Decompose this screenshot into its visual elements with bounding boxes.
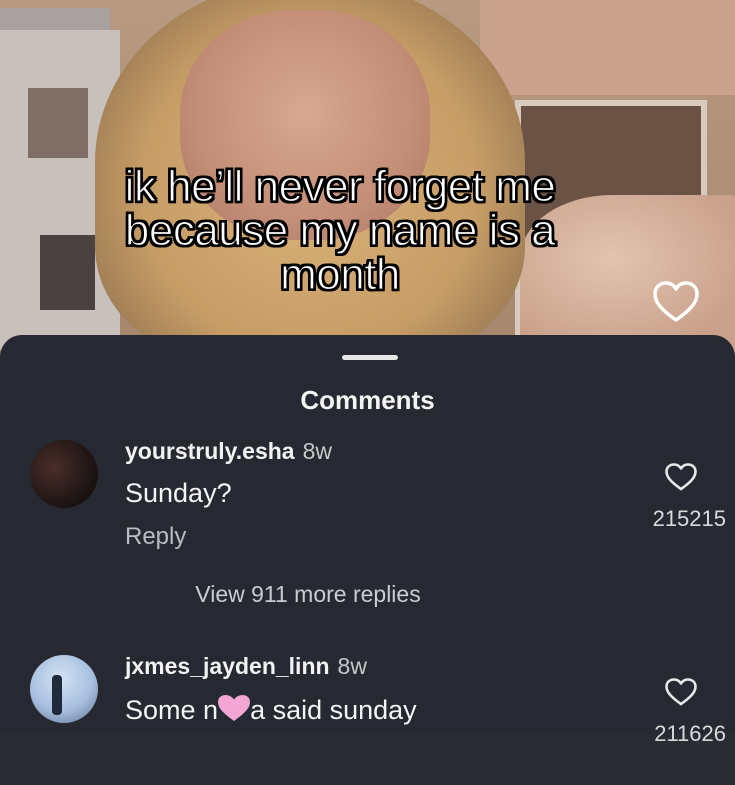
like-count: 215215: [652, 506, 726, 531]
drag-handle[interactable]: [342, 355, 398, 360]
avatar[interactable]: [30, 655, 98, 723]
heart-outline-icon[interactable]: [652, 280, 700, 324]
background-wall: [480, 0, 735, 95]
comment-username-row[interactable]: jxmes_jayden_linn 8w: [125, 653, 367, 680]
comment-username-row[interactable]: yourstruly.esha 8w: [125, 438, 332, 465]
comment-text-part: Some n: [125, 695, 219, 725]
avatar-tree: [52, 675, 62, 715]
caption-line: ik he’ll never forget me: [124, 162, 556, 211]
heart-outline-icon[interactable]: [664, 462, 698, 492]
caption-line: because my name is a: [124, 206, 556, 255]
comment-text: Sunday?: [125, 478, 232, 508]
video-caption: ik he’ll never forget me because my name…: [20, 162, 660, 299]
view-more-replies-button[interactable]: View 911 more replies: [0, 581, 616, 608]
comment-item: jxmes_jayden_linn 8w Some na said sunday …: [0, 645, 735, 785]
pink-heart-emoji: [216, 693, 252, 723]
comment-username[interactable]: jxmes_jayden_linn: [125, 653, 330, 679]
like-count: 211626: [654, 721, 726, 746]
heart-outline-icon[interactable]: [664, 677, 698, 707]
comment-age: 8w: [337, 653, 367, 679]
comment-age: 8w: [302, 438, 332, 464]
comments-sheet: Comments yourstruly.esha 8w Sunday? Reply…: [0, 335, 735, 746]
comment-text-part: a said sunday: [250, 695, 417, 725]
caption-line: month: [279, 250, 400, 299]
avatar[interactable]: [30, 440, 98, 508]
reply-button[interactable]: Reply: [125, 523, 186, 551]
comments-title: Comments: [300, 385, 435, 415]
comment-username[interactable]: yourstruly.esha: [125, 438, 295, 464]
background-photo: [28, 88, 88, 158]
comment-text: Some n a said sunday: [125, 693, 417, 726]
comment-item: yourstruly.esha 8w Sunday? Reply 215215: [0, 430, 735, 570]
